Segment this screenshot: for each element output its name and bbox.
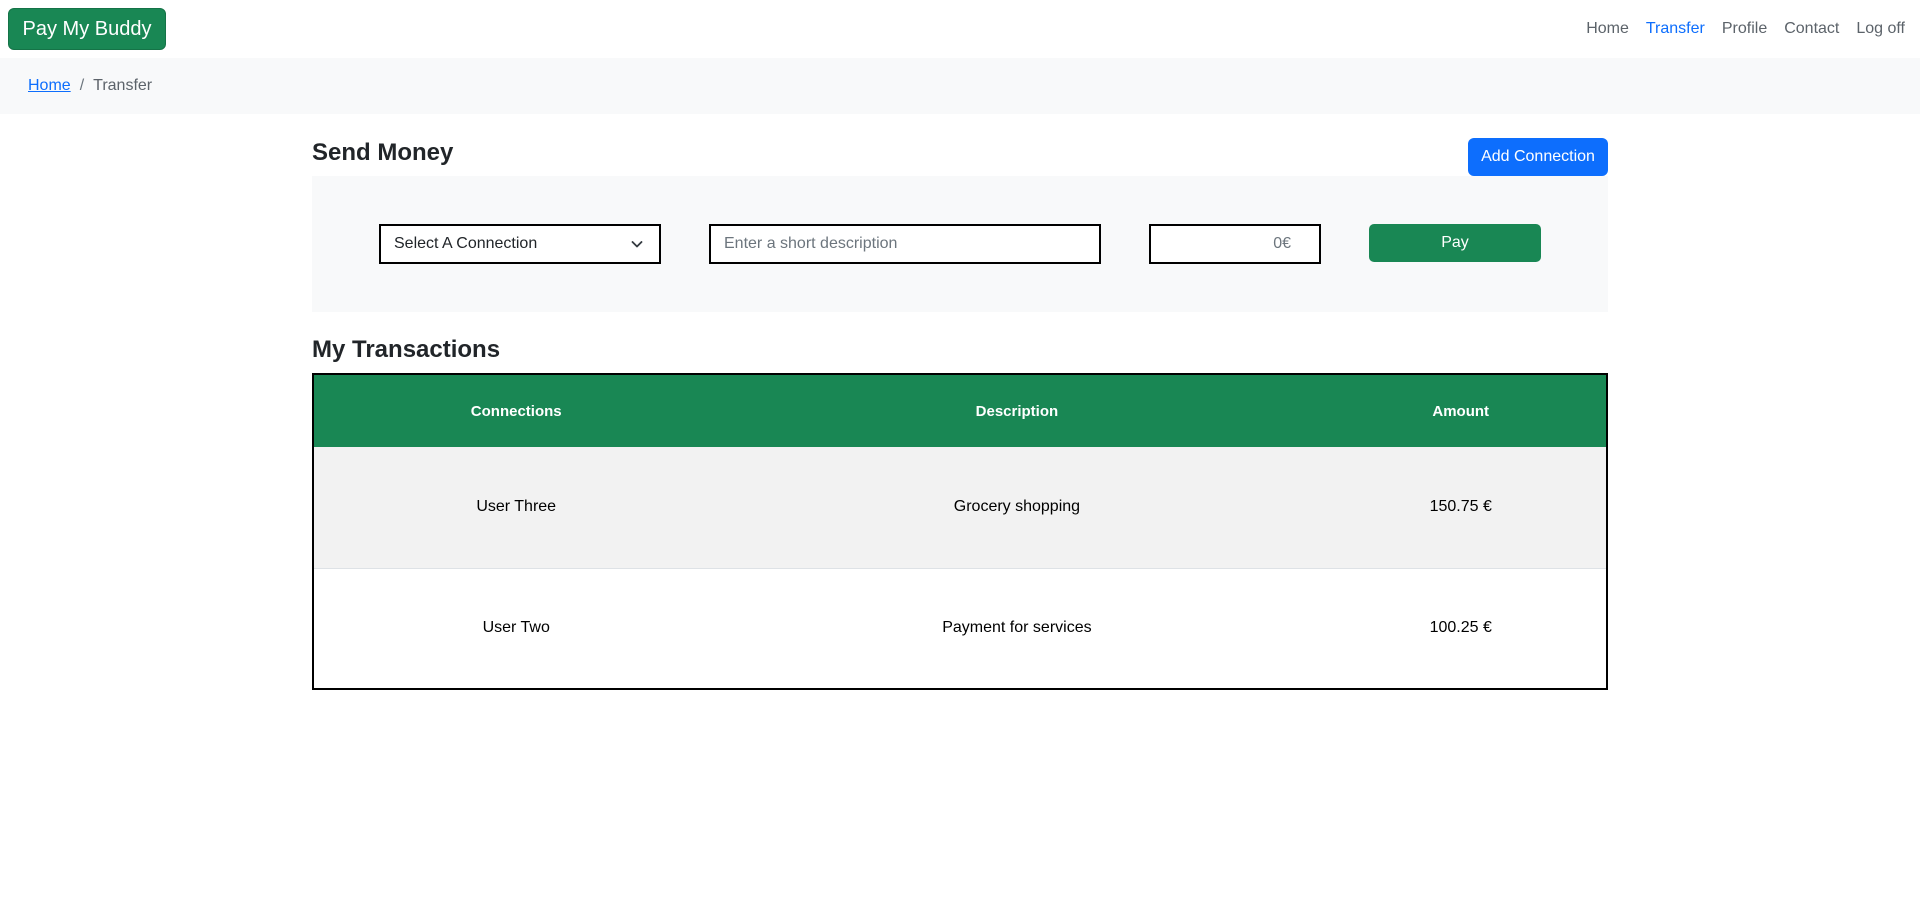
transactions-title: My Transactions [312, 336, 501, 363]
cell-amount: 100.25 € [1315, 567, 1607, 689]
breadcrumb-home-link[interactable]: Home [28, 77, 71, 95]
pay-button[interactable]: Pay [1369, 224, 1541, 262]
breadcrumb-bar: Home / Transfer [0, 58, 1920, 114]
breadcrumb-current: Transfer [93, 77, 153, 94]
nav-link-profile[interactable]: Profile [1722, 20, 1767, 38]
brand-button[interactable]: Pay My Buddy [8, 8, 166, 50]
cell-description: Payment for services [718, 567, 1316, 689]
nav-link-logoff[interactable]: Log off [1856, 20, 1905, 38]
breadcrumb-separator: / [79, 77, 85, 94]
connection-select-value: Select A Connection [394, 235, 538, 252]
nav-link-transfer[interactable]: Transfer [1646, 20, 1705, 38]
nav-link-contact[interactable]: Contact [1784, 20, 1839, 38]
add-connection-button[interactable]: Add Connection [1468, 138, 1608, 176]
table-header-row: Connections Description Amount [313, 374, 1607, 447]
header-amount: Amount [1315, 374, 1607, 447]
cell-amount: 150.75 € [1315, 447, 1607, 568]
table-row: User Two Payment for services 100.25 € [313, 567, 1607, 689]
header-description: Description [718, 374, 1316, 447]
cell-connection: User Three [313, 447, 719, 568]
description-input[interactable] [709, 224, 1101, 264]
table-row: User Three Grocery shopping 150.75 € [313, 447, 1607, 568]
top-navbar: Pay My Buddy Home Transfer Profile Conta… [0, 0, 1920, 58]
main-nav: Home Transfer Profile Contact Log off [1586, 0, 1905, 58]
send-money-title: Send Money [312, 139, 454, 166]
cell-description: Grocery shopping [718, 447, 1316, 568]
breadcrumb: Home / Transfer [28, 58, 152, 114]
transactions-table: Connections Description Amount User Thre… [312, 373, 1608, 690]
nav-link-home[interactable]: Home [1586, 20, 1629, 38]
header-connections: Connections [313, 374, 719, 447]
chevron-down-icon [631, 241, 643, 248]
connection-select[interactable]: Select A Connection [379, 224, 661, 264]
amount-input[interactable]: 0€ [1149, 224, 1321, 264]
cell-connection: User Two [313, 567, 719, 689]
